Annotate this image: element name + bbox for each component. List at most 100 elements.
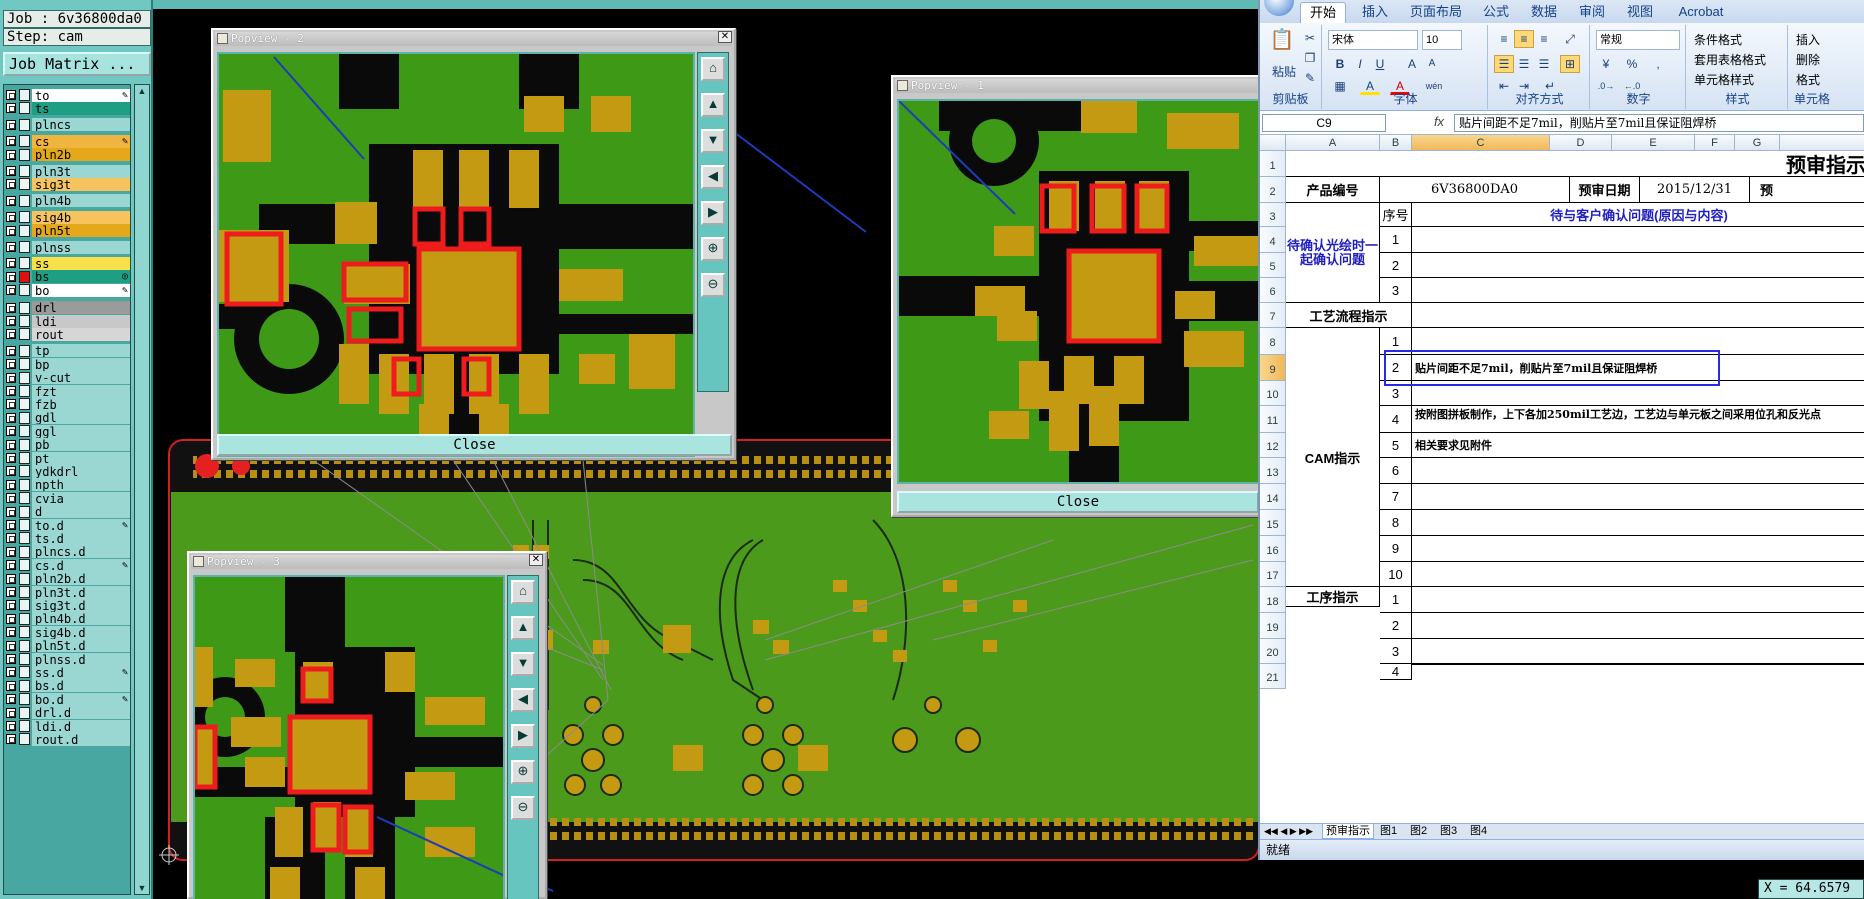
layer-checkbox[interactable] [6,439,16,450]
layer-swatch[interactable] [19,519,30,531]
popview-3-titlebar[interactable]: Popview - 3 [191,555,543,569]
layer-row[interactable]: bs ◎ [6,270,130,284]
layer-name[interactable]: ss [32,256,130,270]
layer-name[interactable]: fzb [32,397,130,411]
layer-name[interactable]: bp [32,357,130,371]
preview-date-label[interactable]: 预审日期 [1570,177,1640,203]
layer-swatch[interactable] [19,733,30,746]
layer-swatch[interactable] [19,241,30,253]
layer-name[interactable]: cs.d ✎ [32,558,130,572]
layer-swatch[interactable] [19,438,30,451]
layer-name[interactable]: bs ◎ [32,270,130,284]
layer-checkbox[interactable] [6,103,16,114]
layer-swatch[interactable] [19,328,30,341]
layer-swatch[interactable] [19,666,30,679]
layer-checkbox[interactable] [6,412,16,423]
layer-row[interactable]: plncs.d [6,545,130,559]
layer-swatch[interactable] [19,599,30,612]
popview-2-close-button[interactable]: Close [217,434,732,456]
align-top-icon[interactable]: ≡ [1494,30,1514,48]
layer-checkbox[interactable] [6,546,16,557]
currency-icon[interactable]: ¥ [1596,55,1616,73]
layer-row[interactable]: pln3t.d [6,585,130,599]
layer-row[interactable]: pln5t [6,224,130,238]
layer-checkbox[interactable] [6,166,16,176]
layer-swatch[interactable] [19,586,30,598]
pan-down-icon[interactable]: ▼ [701,129,725,153]
layer-name[interactable]: plncs [32,118,130,132]
process-instruction-cell[interactable] [1412,613,1864,639]
sheet-nav-icon[interactable]: ◀◀ ◀ ▶ ▶▶ [1264,824,1313,839]
layer-row[interactable]: rout [6,327,130,341]
layer-checkbox[interactable] [6,479,16,490]
insert-cells-button[interactable]: 插入 [1796,31,1820,48]
layer-name[interactable]: to ✎ [32,88,130,102]
layer-swatch[interactable] [19,693,30,706]
layer-checkbox[interactable] [6,520,16,530]
select-all-corner[interactable] [1260,135,1286,151]
layer-row[interactable]: sig3t [6,177,130,191]
comma-button[interactable]: , [1648,55,1668,73]
layer-row[interactable]: plncs [6,118,130,132]
pending-issue-cell[interactable] [1412,278,1864,303]
layer-swatch[interactable] [19,257,30,270]
align-middle-icon[interactable]: ≡ [1514,30,1534,48]
layer-name[interactable]: ydkdrl [32,464,130,478]
close-icon[interactable]: ✕ [718,31,732,43]
layer-name[interactable]: pln3t [32,164,130,178]
tab-data[interactable]: 数据 [1522,2,1566,23]
zoom-in-icon[interactable]: ⊕ [511,760,535,784]
align-center-icon[interactable]: ☰ [1514,55,1534,73]
process-flow-cell[interactable] [1412,303,1864,328]
pan-left-icon[interactable]: ◀ [701,165,725,189]
layer-swatch[interactable] [19,411,30,424]
layer-name[interactable]: bs.d [32,679,130,693]
layer-swatch[interactable] [19,224,30,237]
layer-checkbox[interactable] [6,316,16,326]
seq-number[interactable]: 1 [1380,587,1412,613]
layer-name[interactable]: pln3t.d [32,585,130,599]
row-header[interactable]: 1 [1260,151,1286,177]
layer-name[interactable]: drl [32,301,130,315]
zoom-out-icon[interactable]: ⊖ [701,273,725,297]
layer-row[interactable]: to.d ✎ [6,518,130,532]
preview-extra-label[interactable]: 预 [1750,177,1864,203]
layer-name[interactable]: ldi.d [32,719,130,733]
layer-row[interactable]: drl [6,301,130,315]
scroll-up-icon[interactable]: ▲ [136,85,148,97]
pending-issue-cell[interactable] [1412,253,1864,278]
close-icon[interactable]: ✕ [529,554,543,566]
pan-right-icon[interactable]: ▶ [701,201,725,225]
process-instruction-cell[interactable] [1412,587,1864,613]
format-cells-button[interactable]: 格式 [1796,71,1820,88]
align-left-icon[interactable]: ☰ [1494,55,1514,73]
layer-row[interactable]: ldi [6,314,130,328]
seq-number[interactable]: 10 [1380,562,1412,587]
layer-swatch[interactable] [19,425,30,438]
layer-row[interactable]: to ✎ [6,88,130,102]
layer-row[interactable]: pln4b [6,194,130,208]
column-header[interactable]: B [1380,135,1412,151]
popview-1-canvas[interactable] [897,99,1263,484]
seq-number[interactable]: 3 [1380,278,1412,303]
layer-name[interactable]: bo ✎ [32,283,130,297]
row-header[interactable]: 3 [1260,203,1286,227]
layer-swatch[interactable] [19,148,30,161]
pan-left-icon[interactable]: ◀ [511,688,535,712]
layer-name[interactable]: pln5t [32,224,130,238]
layer-name[interactable]: ldi [32,314,130,328]
sheet-tab-fig4[interactable]: 图4 [1470,824,1487,839]
layer-swatch[interactable] [19,398,30,411]
seq-number[interactable]: 7 [1380,484,1412,510]
layer-row[interactable]: ss [6,256,130,270]
grow-font-button[interactable]: A [1402,55,1422,73]
layer-swatch[interactable] [19,301,30,314]
pan-up-icon[interactable]: ▲ [511,616,535,640]
layer-swatch[interactable] [19,505,30,518]
popview-3-canvas[interactable] [193,575,505,899]
layer-checkbox[interactable] [6,587,16,597]
layer-checkbox[interactable] [6,271,16,282]
layer-checkbox[interactable] [6,533,16,544]
bold-button[interactable]: B [1330,55,1350,73]
seq-number[interactable]: 5 [1380,433,1412,458]
